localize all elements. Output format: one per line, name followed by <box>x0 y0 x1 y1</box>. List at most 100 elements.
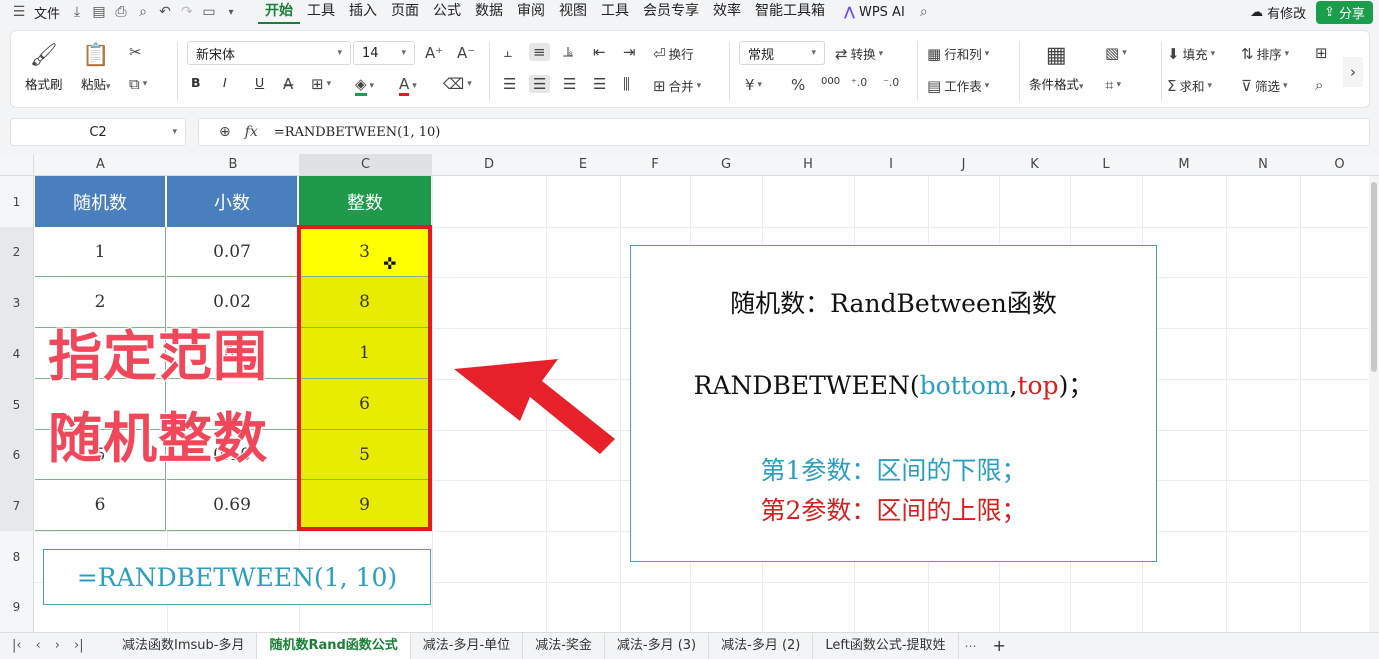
tab-insert[interactable]: 插入 <box>342 0 384 24</box>
align-center-button[interactable]: ☰ <box>529 75 551 93</box>
font-size-select[interactable]: 14 ▾ <box>353 41 415 65</box>
share-button[interactable]: ⇪ 分享 <box>1316 1 1373 24</box>
tab-efficiency[interactable]: 效率 <box>706 0 748 24</box>
align-right-button[interactable]: ☰ <box>563 75 576 93</box>
paste-button[interactable]: 📋 粘贴▾ <box>81 43 111 93</box>
sheet-tab[interactable]: 减法-多月 (3) <box>605 632 710 659</box>
find-button[interactable]: ⌕ <box>1315 76 1323 94</box>
select-all-corner[interactable] <box>0 154 34 176</box>
decrease-decimal-button[interactable]: ⁻.0 <box>883 76 899 89</box>
scrollbar-thumb[interactable] <box>1371 182 1377 372</box>
align-left-button[interactable]: ☰ <box>503 75 516 93</box>
column-header-k[interactable]: K <box>999 154 1070 176</box>
next-sheet-icon[interactable]: › <box>55 638 60 653</box>
strikethrough-button[interactable]: A̶ <box>283 75 293 93</box>
formula-input[interactable]: ⊕ fx =RANDBETWEEN(1, 10) <box>198 118 1370 146</box>
currency-button[interactable]: ¥ ▾ <box>745 76 762 94</box>
align-top-button[interactable]: ⫠ <box>503 43 512 61</box>
worksheet-button[interactable]: ▤ 工作表 ▾ <box>927 76 989 95</box>
tab-member[interactable]: 会员专享 <box>636 0 706 24</box>
print-icon[interactable]: ⎙ <box>110 2 132 22</box>
cell-a2[interactable]: 1 <box>35 227 166 277</box>
row-header-4[interactable]: 4 <box>0 328 34 379</box>
column-header-d[interactable]: D <box>432 154 546 176</box>
changes-status[interactable]: ☁ 有修改 <box>1250 3 1306 22</box>
column-header-o[interactable]: O <box>1300 154 1379 176</box>
sheet-tab[interactable]: 减法-奖金 <box>523 632 605 659</box>
column-header-a[interactable]: A <box>34 154 167 176</box>
search-icon[interactable]: ⌕ <box>913 2 935 22</box>
increase-font-button[interactable]: A⁺ <box>425 44 443 62</box>
spreadsheet-grid[interactable]: ABCDEFGHIJKLMNO 123456789 随机数 小数 整数 1 0.0… <box>0 154 1379 632</box>
font-name-select[interactable]: 新宋体 ▾ <box>187 41 351 65</box>
header-cell-integer[interactable]: 整数 <box>299 176 431 227</box>
justify-button[interactable]: ☰ <box>593 75 606 93</box>
column-header-c[interactable]: C <box>299 154 432 176</box>
print-preview-icon[interactable]: ⌕ <box>132 2 154 22</box>
copy-button[interactable]: ⧉ ▾ <box>129 75 147 93</box>
column-header-j[interactable]: J <box>928 154 999 176</box>
cell-style-button[interactable]: ▧ ▾ <box>1105 44 1127 62</box>
tab-home[interactable]: 开始 <box>258 0 301 24</box>
font-color-button[interactable]: A ▾ <box>399 75 417 96</box>
undo-icon[interactable]: ↶ <box>154 2 176 22</box>
cut-button[interactable]: ✂ <box>129 43 142 61</box>
sheet-tab[interactable]: 减法函数Imsub-多月 <box>110 632 258 659</box>
tab-formulas[interactable]: 公式 <box>426 0 468 24</box>
tab-page[interactable]: 页面 <box>384 0 426 24</box>
tab-data[interactable]: 数据 <box>468 0 510 24</box>
fill-color-button[interactable]: ◈ ▾ <box>355 75 374 96</box>
cell-b7[interactable]: 0.69 <box>167 480 298 531</box>
sort-button[interactable]: ⇅ 排序 ▾ <box>1241 44 1289 63</box>
row-header-1[interactable]: 1 <box>0 176 34 227</box>
column-header-i[interactable]: I <box>854 154 928 176</box>
formula-text[interactable]: =RANDBETWEEN(1, 10) <box>270 125 441 140</box>
export-icon[interactable]: ⤓ <box>66 2 88 22</box>
align-bottom-button[interactable]: ⫡ <box>563 43 573 61</box>
file-menu[interactable]: ☰ 文件 <box>0 2 66 22</box>
column-header-n[interactable]: N <box>1226 154 1300 176</box>
row-header-9[interactable]: 9 <box>0 582 34 632</box>
format-painter-button[interactable]: 🖌 格式刷 <box>25 43 63 93</box>
fx-icon[interactable]: fx <box>245 124 258 140</box>
filter-button[interactable]: ⊽ 筛选 ▾ <box>1241 76 1288 95</box>
tab-tools-2[interactable]: 工具 <box>594 0 636 24</box>
column-header-f[interactable]: F <box>620 154 690 176</box>
row-header-5[interactable]: 5 <box>0 379 34 430</box>
add-sheet-button[interactable]: + <box>983 636 1016 655</box>
tab-review[interactable]: 审阅 <box>510 0 552 24</box>
row-header-8[interactable]: 8 <box>0 531 34 582</box>
redo-icon[interactable]: ↷ <box>176 2 198 22</box>
distribute-button[interactable]: ⫼ <box>623 75 630 93</box>
header-cell-decimal[interactable]: 小数 <box>167 176 298 227</box>
increase-indent-button[interactable]: ⇥ <box>623 43 636 61</box>
sheet-tab[interactable]: 随机数Rand函数公式 <box>257 632 411 659</box>
row-header-7[interactable]: 7 <box>0 480 34 531</box>
zoom-icon[interactable]: ⊕ <box>219 124 231 140</box>
name-box[interactable]: C2 ▾ <box>10 118 186 146</box>
row-header-6[interactable]: 6 <box>0 430 34 480</box>
wrap-text-button[interactable]: ⏎ 换行 <box>653 44 694 63</box>
column-header-h[interactable]: H <box>762 154 854 176</box>
bold-button[interactable]: B <box>191 75 201 90</box>
clear-button[interactable]: ⌫ ▾ <box>443 75 472 93</box>
ribbon-scroll-right[interactable]: › <box>1343 57 1363 87</box>
number-format-select[interactable]: 常规 ▾ <box>739 41 825 65</box>
conditional-format-button[interactable]: ▦ 条件格式▾ <box>1029 43 1084 93</box>
align-middle-button[interactable]: ≡ <box>529 43 550 61</box>
first-sheet-icon[interactable]: |‹ <box>12 638 22 653</box>
sheet-tab[interactable]: Left函数公式-提取姓 <box>813 632 959 659</box>
chevron-down-icon[interactable]: ▾ <box>220 2 242 22</box>
tab-view[interactable]: 视图 <box>552 0 594 24</box>
column-header-g[interactable]: G <box>690 154 762 176</box>
tab-smart-toolbox[interactable]: 智能工具箱 <box>748 0 832 24</box>
row-header-2[interactable]: 2 <box>0 227 34 277</box>
save-icon[interactable]: ▤ <box>88 2 110 22</box>
cell-a7[interactable]: 6 <box>35 480 166 531</box>
table-style-button[interactable]: ⌗ ▾ <box>1105 76 1121 94</box>
prev-sheet-icon[interactable]: ‹ <box>36 638 41 653</box>
borders-button[interactable]: ⊞ ▾ <box>311 75 331 93</box>
cell-b2[interactable]: 0.07 <box>167 227 298 277</box>
customize-toolbar-icon[interactable]: ▭ <box>198 2 220 22</box>
column-header-e[interactable]: E <box>546 154 620 176</box>
